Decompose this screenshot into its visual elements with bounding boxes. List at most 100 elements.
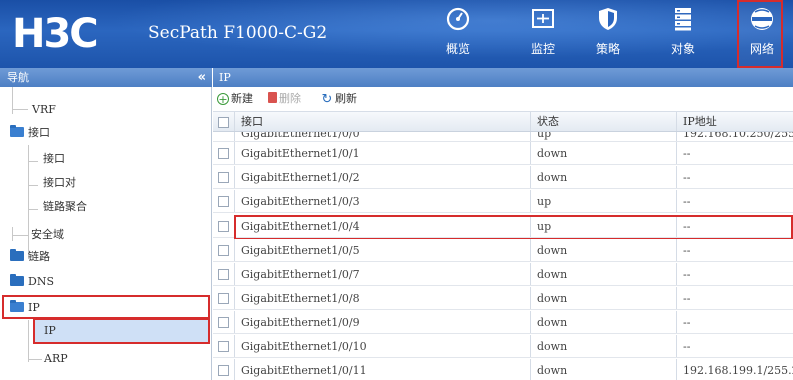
cell-interface: GigabitEthernet1/0/11 bbox=[235, 359, 531, 380]
nav-policy[interactable]: 策略 bbox=[583, 0, 633, 68]
cell-ip: -- bbox=[683, 316, 691, 329]
cell-interface: GigabitEthernet1/0/9 bbox=[235, 311, 531, 333]
row-checkbox-cell bbox=[213, 359, 235, 380]
sidebar-item-interface-pair[interactable]: 接口对 bbox=[43, 172, 76, 194]
sidebar-item-interface-folder[interactable]: 接口 bbox=[10, 122, 50, 144]
sidebar-header: 导航 « bbox=[0, 68, 212, 87]
network-icon bbox=[751, 8, 773, 30]
cell-status: down bbox=[531, 142, 677, 164]
sidebar-item-label: 链路 bbox=[28, 250, 50, 263]
table-row[interactable]: GigabitEthernet1/0/7 down -- bbox=[213, 263, 793, 286]
sidebar-item-interface[interactable]: 接口 bbox=[43, 148, 65, 170]
cell-interface: GigabitEthernet1/0/5 bbox=[235, 239, 531, 261]
folder-icon bbox=[10, 274, 24, 286]
cell-status: down bbox=[531, 359, 677, 380]
sidebar-item-arp[interactable]: ARP bbox=[44, 348, 68, 370]
highlight-ip-item bbox=[33, 318, 210, 344]
sidebar-item-label: 接口 bbox=[28, 126, 50, 139]
refresh-button-label: 刷新 bbox=[335, 92, 357, 105]
cell-ip: -- bbox=[683, 340, 691, 353]
table-row[interactable]: GigabitEthernet1/0/9 down -- bbox=[213, 311, 793, 334]
tree-connector bbox=[28, 209, 38, 210]
table-row[interactable]: GigabitEthernet1/0/0 up 192.168.10.250/2… bbox=[213, 132, 793, 142]
row-checkbox-cell bbox=[213, 263, 235, 285]
interface-table: 接口 状态 IP地址 GigabitEthernet1/0/0 up 192.1… bbox=[213, 112, 793, 380]
column-ip-address[interactable]: IP地址 bbox=[677, 112, 793, 131]
select-all-cell bbox=[213, 112, 235, 131]
top-banner: H3C SecPath F1000-C-G2 概览 监控 策略 对象 网络 bbox=[0, 0, 793, 68]
tree-connector bbox=[12, 109, 28, 110]
folder-open-icon bbox=[10, 125, 24, 137]
nav-monitor[interactable]: 监控 bbox=[518, 0, 568, 68]
cell-ip: -- bbox=[683, 195, 691, 208]
cell-interface: GigabitEthernet1/0/2 bbox=[235, 166, 531, 188]
table-row[interactable]: GigabitEthernet1/0/10 down -- bbox=[213, 335, 793, 358]
select-all-checkbox[interactable] bbox=[218, 117, 229, 128]
table-row[interactable]: GigabitEthernet1/0/3 up -- bbox=[213, 190, 793, 213]
dashboard-icon bbox=[446, 7, 470, 31]
nav-network[interactable]: 网络 bbox=[737, 0, 783, 68]
cell-status: down bbox=[531, 335, 677, 357]
table-row[interactable]: GigabitEthernet1/0/8 down -- bbox=[213, 287, 793, 310]
refresh-button[interactable]: ↻ 刷新 bbox=[321, 91, 357, 107]
nav-object[interactable]: 对象 bbox=[658, 0, 708, 68]
nav-policy-label: 策略 bbox=[595, 42, 620, 56]
table-row[interactable]: GigabitEthernet1/0/11 down 192.168.199.1… bbox=[213, 359, 793, 380]
row-checkbox[interactable] bbox=[218, 221, 229, 232]
table-row[interactable]: GigabitEthernet1/0/2 down -- bbox=[213, 166, 793, 189]
row-checkbox[interactable] bbox=[218, 293, 229, 304]
cell-status: up bbox=[531, 132, 677, 141]
new-button[interactable]: + 新建 bbox=[217, 91, 253, 107]
sidebar-item-dns-folder[interactable]: DNS bbox=[10, 271, 54, 293]
row-checkbox[interactable] bbox=[218, 148, 229, 159]
sidebar-item-link-folder[interactable]: 链路 bbox=[10, 246, 50, 268]
row-checkbox-cell bbox=[213, 311, 235, 333]
row-checkbox[interactable] bbox=[218, 317, 229, 328]
table-header: 接口 状态 IP地址 bbox=[213, 112, 793, 132]
tree-connector bbox=[12, 227, 13, 241]
refresh-icon: ↻ bbox=[321, 92, 333, 107]
content-title: IP bbox=[219, 71, 231, 84]
table-row[interactable]: GigabitEthernet1/0/1 down -- bbox=[213, 142, 793, 165]
delete-button[interactable]: 删除 bbox=[268, 91, 301, 107]
row-checkbox[interactable] bbox=[218, 196, 229, 207]
sidebar-item-security-zone[interactable]: 安全域 bbox=[31, 224, 64, 246]
column-status[interactable]: 状态 bbox=[531, 112, 677, 131]
cell-status: down bbox=[531, 263, 677, 285]
nav-object-label: 对象 bbox=[670, 42, 695, 56]
sidebar-item-link-aggregation[interactable]: 链路聚合 bbox=[43, 196, 87, 218]
row-checkbox[interactable] bbox=[218, 341, 229, 352]
cell-ip: -- bbox=[683, 171, 691, 184]
row-checkbox-cell bbox=[213, 190, 235, 212]
highlight-row-ge1-0-4 bbox=[234, 215, 793, 240]
cell-interface: GigabitEthernet1/0/8 bbox=[235, 287, 531, 309]
nav-dashboard[interactable]: 概览 bbox=[433, 0, 483, 68]
highlight-ip-folder bbox=[2, 295, 210, 319]
row-checkbox[interactable] bbox=[218, 365, 229, 376]
cell-status: down bbox=[531, 311, 677, 333]
nav-monitor-label: 监控 bbox=[530, 42, 555, 56]
new-button-label: 新建 bbox=[231, 92, 253, 105]
folder-icon bbox=[10, 249, 24, 261]
cell-interface: GigabitEthernet1/0/7 bbox=[235, 263, 531, 285]
cell-status: up bbox=[531, 190, 677, 212]
cell-ip: -- bbox=[683, 268, 691, 281]
content-header: IP bbox=[213, 68, 793, 87]
row-checkbox-cell bbox=[213, 335, 235, 357]
cell-status: down bbox=[531, 239, 677, 261]
add-icon: + bbox=[217, 93, 229, 106]
column-interface[interactable]: 接口 bbox=[235, 112, 531, 131]
collapse-icon[interactable]: « bbox=[198, 68, 206, 87]
tree-connector bbox=[28, 185, 38, 186]
cell-ip: -- bbox=[683, 147, 691, 160]
row-checkbox[interactable] bbox=[218, 172, 229, 183]
cell-interface: GigabitEthernet1/0/0 bbox=[235, 132, 531, 141]
row-checkbox[interactable] bbox=[218, 269, 229, 280]
tree-connector bbox=[28, 320, 29, 362]
tree-connector bbox=[28, 161, 38, 162]
nav-network-label: 网络 bbox=[749, 42, 774, 56]
table-row[interactable]: GigabitEthernet1/0/5 down -- bbox=[213, 239, 793, 262]
row-checkbox[interactable] bbox=[218, 245, 229, 256]
object-icon bbox=[675, 8, 691, 31]
sidebar-item-vrf[interactable]: VRF bbox=[32, 99, 56, 121]
